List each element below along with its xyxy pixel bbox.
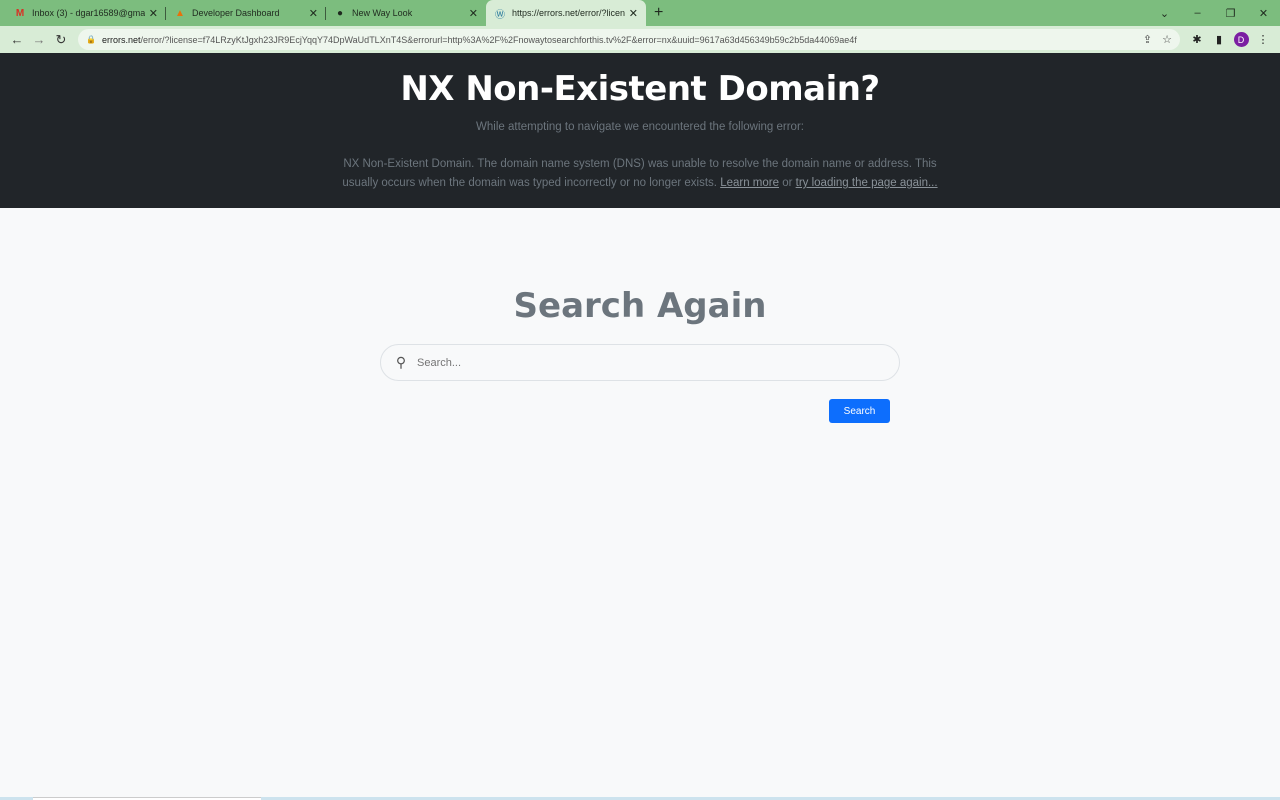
close-tab-icon[interactable]: ✕ [149,7,158,20]
lock-icon: 🔒 [86,35,96,44]
close-window-button[interactable]: ✕ [1247,7,1280,20]
tab-label: Inbox (3) - dgar16589@gmail.com [32,8,145,18]
close-tab-icon[interactable]: ✕ [309,7,318,20]
learn-more-link[interactable]: Learn more [720,177,779,189]
tab-errors[interactable]: Ⓦhttps://errors.net/error/?license=f74LR… [486,0,646,26]
dashboard-icon: ▲ [175,7,185,19]
minimize-button[interactable]: – [1181,7,1214,19]
error-subtitle: While attempting to navigate we encounte… [476,121,804,133]
close-tab-icon[interactable]: ✕ [629,7,638,20]
tab-developer-dashboard[interactable]: ▲ Developer Dashboard ✕ [166,0,326,26]
profile-avatar[interactable]: D [1230,32,1252,47]
new-tab-button[interactable]: + [654,4,663,22]
error-header: NX Non-Existent Domain? While attempting… [0,53,1280,208]
tab-strip: M Inbox (3) - dgar16589@gmail.com ✕ ▲ Devel… [0,0,1280,26]
tab-label: Developer Dashboard [192,8,280,18]
search-button[interactable]: Search [829,399,890,423]
share-icon[interactable]: ⇪ [1143,33,1152,46]
extensions-icon[interactable]: ✱ [1186,33,1208,46]
page-title: NX Non-Existent Domain? [400,69,880,109]
browser-toolbar: ← → ↻ 🔒 errors.net/error/?license=f74LRz… [0,26,1280,53]
address-bar[interactable]: 🔒 errors.net/error/?license=f74LRzyKtJgx… [78,29,1180,50]
wordpress-icon: Ⓦ [495,9,505,21]
globe-icon: ● [336,7,344,19]
back-button[interactable]: ← [6,32,28,47]
search-heading: Search Again [513,286,767,326]
restore-button[interactable]: ❐ [1214,7,1247,20]
avatar: D [1233,32,1249,47]
forward-button[interactable]: → [28,32,50,47]
gmail-icon: M [15,7,25,19]
retry-link[interactable]: try loading the page again... [796,177,938,189]
reload-button[interactable]: ↻ [50,32,72,48]
side-panel-icon[interactable]: ▮ [1208,33,1230,46]
tab-search-icon[interactable]: ⌄ [1148,7,1181,20]
tab-gmail[interactable]: M Inbox (3) - dgar16589@gmail.com ✕ [6,0,166,26]
or-text: or [782,177,793,189]
search-icon: ⚲ [395,354,407,370]
tab-new-way-look[interactable]: ● New Way Look ✕ [326,0,486,26]
tab-label: https://errors.net/error/?license=f74LRz… [512,8,625,18]
search-box[interactable]: ⚲ [380,344,900,381]
bookmark-star-icon[interactable]: ☆ [1162,33,1172,46]
tab-label: New Way Look [352,8,413,18]
error-description: NX Non-Existent Domain. The domain name … [330,155,950,193]
search-section: Search Again ⚲ Search [0,208,1280,423]
menu-kebab-icon[interactable]: ⋮ [1252,33,1274,46]
url-path: /error/?license=f74LRzyKtJgxh23JR9EcjYqq… [140,34,857,45]
url-domain: errors.net [101,34,141,45]
close-tab-icon[interactable]: ✕ [469,7,478,20]
search-input[interactable] [417,356,899,369]
